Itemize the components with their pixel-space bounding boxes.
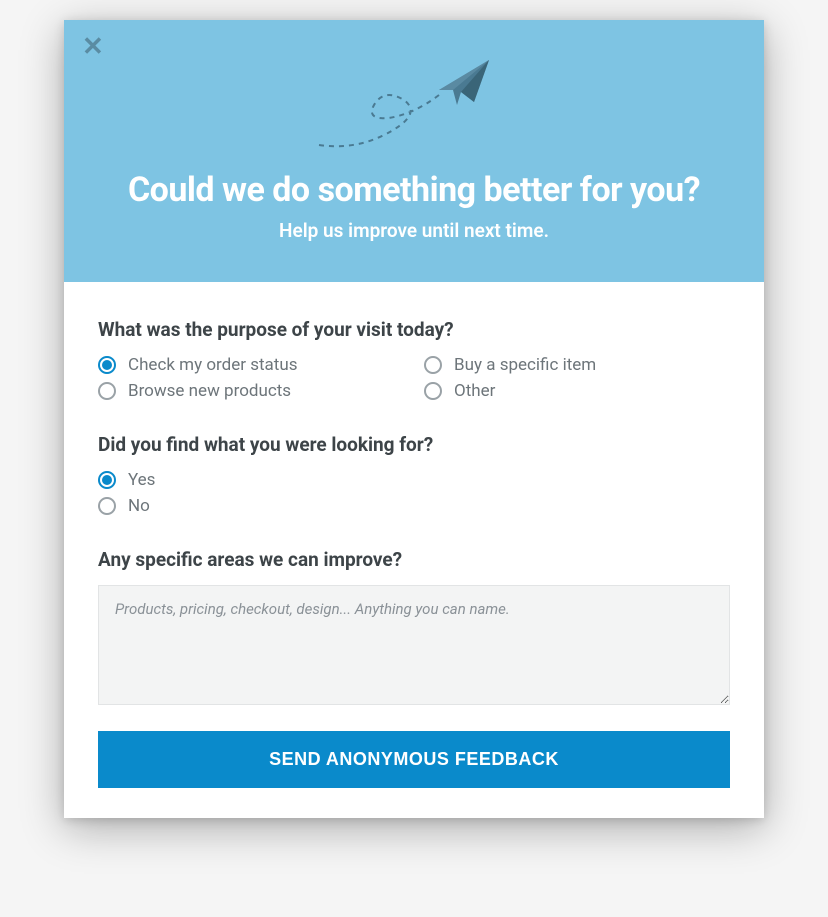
radio-option-check-order[interactable]: Check my order status	[98, 355, 404, 375]
radio-label: Buy a specific item	[454, 355, 596, 375]
paper-plane-icon	[294, 50, 534, 160]
close-icon: ✕	[82, 32, 104, 62]
radio-icon	[98, 497, 116, 515]
radio-option-other[interactable]: Other	[424, 381, 730, 401]
question-label: Any specific areas we can improve?	[98, 548, 730, 571]
submit-button[interactable]: SEND ANONYMOUS FEEDBACK	[98, 731, 730, 788]
radio-option-yes[interactable]: Yes	[98, 470, 730, 490]
radio-icon	[98, 382, 116, 400]
radio-icon	[424, 356, 442, 374]
question-found: Did you find what you were looking for? …	[98, 433, 730, 516]
radio-icon	[98, 471, 116, 489]
paper-plane-illustration	[94, 50, 734, 150]
question-label: Did you find what you were looking for?	[98, 433, 730, 456]
modal-header: ✕ Could we do something better for you? …	[64, 20, 764, 282]
radio-option-browse[interactable]: Browse new products	[98, 381, 404, 401]
radio-label: Other	[454, 381, 495, 401]
purpose-options: Check my order status Buy a specific ite…	[98, 355, 730, 401]
radio-label: Browse new products	[128, 381, 291, 401]
improve-textarea[interactable]	[98, 585, 730, 705]
radio-label: Yes	[128, 470, 155, 490]
question-label: What was the purpose of your visit today…	[98, 318, 730, 341]
close-button[interactable]: ✕	[82, 34, 104, 60]
radio-label: No	[128, 496, 150, 516]
radio-option-buy-item[interactable]: Buy a specific item	[424, 355, 730, 375]
modal-title: Could we do something better for you?	[94, 170, 734, 211]
modal-subtitle: Help us improve until next time.	[94, 219, 734, 242]
question-purpose: What was the purpose of your visit today…	[98, 318, 730, 401]
radio-label: Check my order status	[128, 355, 298, 375]
feedback-modal: ✕ Could we do something better for you? …	[64, 20, 764, 818]
found-options: Yes No	[98, 470, 730, 516]
radio-icon	[424, 382, 442, 400]
modal-body: What was the purpose of your visit today…	[64, 282, 764, 818]
question-improve: Any specific areas we can improve?	[98, 548, 730, 709]
radio-icon	[98, 356, 116, 374]
radio-option-no[interactable]: No	[98, 496, 730, 516]
